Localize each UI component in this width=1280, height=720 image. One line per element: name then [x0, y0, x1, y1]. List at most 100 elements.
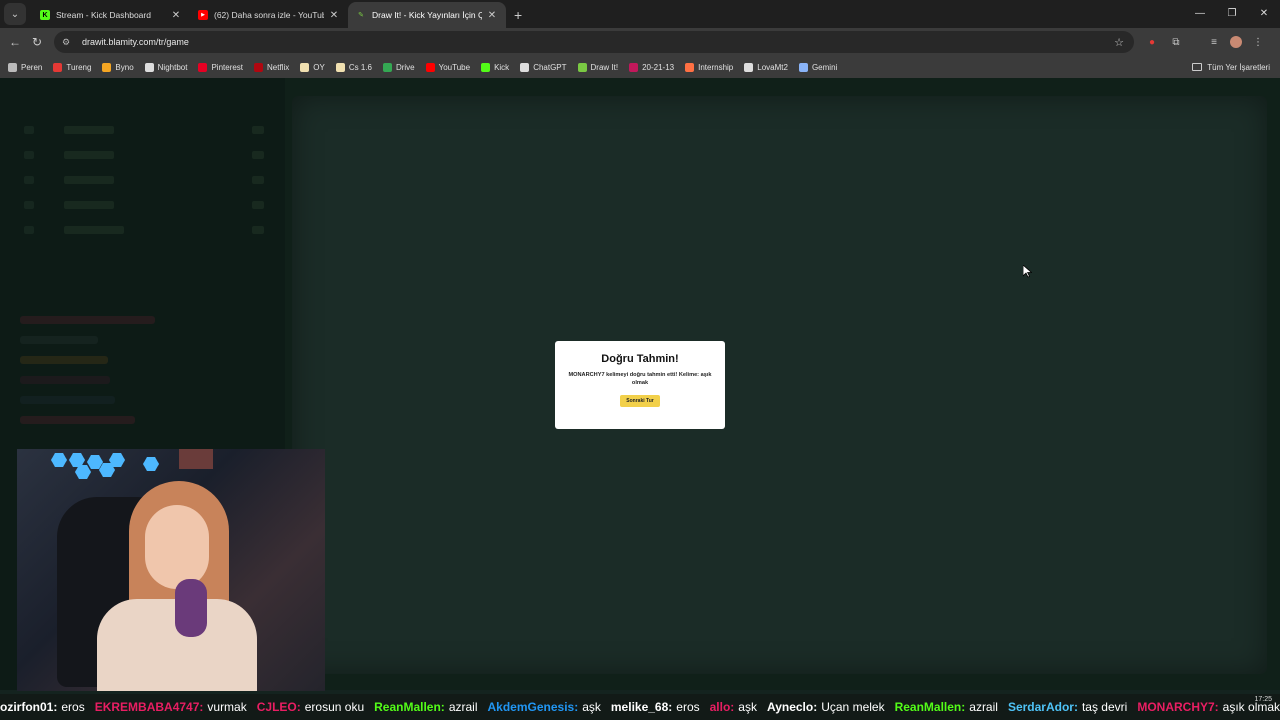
menu-kebab-icon[interactable]: ⋮ — [1250, 34, 1266, 50]
folder-icon — [1192, 63, 1203, 71]
bookmark-peren[interactable]: Peren — [8, 62, 42, 72]
bookmark-label: Netflix — [267, 62, 290, 72]
chat-message: azrail — [969, 700, 998, 714]
chat-username: ReanMallen: — [374, 700, 445, 714]
bookmark-favicon-icon — [254, 62, 264, 72]
bookmark-favicon-icon — [335, 62, 345, 72]
bookmark-favicon-icon — [300, 62, 310, 72]
chat-username: melike_68: — [610, 700, 673, 714]
drawing-canvas[interactable] — [292, 96, 1267, 674]
streamer-face — [145, 505, 209, 589]
bookmark-cs-1-6[interactable]: Cs 1.6 — [335, 62, 372, 72]
chat-username: EKREMBABA4747: — [94, 700, 204, 714]
leaderboard-row — [24, 223, 264, 237]
hex-light-icon — [69, 453, 85, 467]
bookmark-nightbot[interactable]: Nightbot — [144, 62, 188, 72]
profile-avatar[interactable] — [1230, 36, 1242, 48]
draw-it-favicon-icon: ✎ — [358, 12, 364, 19]
bookmark-20-21-13[interactable]: 20-21-13 — [629, 62, 675, 72]
system-clock: 17:25 — [1254, 694, 1272, 704]
close-tab-icon[interactable]: ✕ — [170, 10, 182, 21]
bookmark-label: OY — [313, 62, 325, 72]
bookmark-draw-it-[interactable]: Draw It! — [577, 62, 619, 72]
tab-kick-dashboard[interactable]: K Stream - Kick Dashboard ✕ — [32, 2, 190, 28]
mouse-cursor-icon — [1022, 264, 1033, 283]
chat-message: aşk — [738, 700, 757, 714]
bookmark-favicon-icon — [144, 62, 154, 72]
chat-message: vurmak — [207, 700, 247, 714]
bookmark-youtube[interactable]: YouTube — [425, 62, 471, 72]
new-tab-button[interactable]: + — [514, 7, 522, 23]
all-bookmarks-label: Tüm Yer İşaretleri — [1207, 62, 1270, 72]
browser-toolbar: ← ↻ ⚙ drawit.blamity.com/tr/game ☆ ● ⧉ ≡… — [0, 28, 1280, 56]
chat-message: eros — [676, 700, 700, 714]
all-bookmarks-folder[interactable]: Tüm Yer İşaretleri — [1192, 56, 1270, 78]
bookmark-label: 20-21-13 — [642, 62, 675, 72]
chat-username: SerdarAdor: — [1007, 700, 1078, 714]
chat-username: ReanMallen: — [894, 700, 966, 714]
back-icon[interactable]: ← — [4, 35, 26, 49]
hex-light-icon — [75, 465, 91, 479]
bookmark-byno[interactable]: Byno — [102, 62, 134, 72]
modal-title: Doğru Tahmin! — [601, 353, 679, 365]
blurred-chat-line — [20, 336, 98, 344]
chat-message: erosun oku — [304, 700, 365, 714]
webcam-overlay — [17, 449, 325, 691]
bookmark-oy[interactable]: OY — [300, 62, 325, 72]
correct-guess-modal: Doğru Tahmin! MONARCHY7 kelimeyi doğru t… — [555, 341, 725, 429]
blurred-chat-line — [20, 316, 155, 324]
wall-poster — [179, 449, 213, 469]
chat-username: ozirfon01: — [0, 700, 58, 714]
address-bar[interactable]: ⚙ drawit.blamity.com/tr/game ☆ — [54, 31, 1134, 53]
close-tab-icon[interactable]: ✕ — [486, 10, 498, 21]
chat-username: Ayneclo: — [766, 700, 818, 714]
bookmark-label: Draw It! — [590, 62, 619, 72]
bookmark-favicon-icon — [685, 62, 695, 72]
extensions-area: ● ⧉ ≡ ⋮ — [1144, 34, 1266, 50]
bookmark-label: Tureng — [66, 62, 92, 72]
bookmark-chatgpt[interactable]: ChatGPT — [520, 62, 567, 72]
blurred-chat-line — [20, 356, 108, 364]
bookmark-favicon-icon — [629, 62, 639, 72]
bookmark-favicon-icon — [798, 62, 808, 72]
bookmark-pinterest[interactable]: Pinterest — [198, 62, 243, 72]
tab-title: (62) Daha sonra izle - YouTube — [214, 10, 324, 20]
bookmark-favicon-icon — [198, 62, 208, 72]
tab-search-button[interactable]: ⌄ — [4, 3, 26, 25]
chat-username: allo: — [709, 700, 735, 714]
bookmark-favicon-icon — [744, 62, 754, 72]
close-window-icon[interactable]: ✕ — [1248, 0, 1280, 28]
kick-favicon-icon: K — [40, 10, 50, 20]
chat-ticker: ozirfon01: eros EKREMBABA4747: vurmak CJLEO:… — [0, 694, 1280, 720]
tab-title: Draw It! - Kick Yayınları İçin Çiz — [372, 10, 482, 20]
extension-red-icon[interactable]: ● — [1144, 34, 1160, 50]
bookmark-star-icon[interactable]: ☆ — [1114, 36, 1124, 49]
blurred-chat-line — [20, 376, 110, 384]
tab-youtube[interactable]: ▶ (62) Daha sonra izle - YouTube ✕ — [190, 2, 348, 28]
tab-draw-it[interactable]: ✎ Draw It! - Kick Yayınları İçin Çiz ✕ — [348, 2, 506, 28]
bookmark-lovamt2[interactable]: LovaMt2 — [744, 62, 788, 72]
bookmarks-bar: Peren Tureng Byno Nightbot Pinterest Netflix O… — [0, 56, 1280, 78]
leaderboard-row — [24, 148, 264, 162]
minimize-icon[interactable]: — — [1184, 0, 1216, 28]
bookmark-drive[interactable]: Drive — [382, 62, 415, 72]
bookmark-gemini[interactable]: Gemini — [798, 62, 838, 72]
bookmark-netflix[interactable]: Netflix — [254, 62, 290, 72]
bookmark-kick[interactable]: Kick — [481, 62, 509, 72]
extensions-puzzle-icon[interactable]: ⧉ — [1168, 34, 1184, 50]
bookmark-internship[interactable]: Internship — [685, 62, 733, 72]
bookmark-label: Gemini — [811, 62, 838, 72]
bookmark-tureng[interactable]: Tureng — [53, 62, 92, 72]
blurred-chat-line — [20, 396, 115, 404]
bookmark-label: Nightbot — [157, 62, 188, 72]
site-info-icon[interactable]: ⚙ — [62, 37, 74, 48]
media-control-icon[interactable]: ≡ — [1206, 34, 1222, 50]
reload-icon[interactable]: ↻ — [26, 35, 48, 49]
next-round-button[interactable]: Sonraki Tur — [620, 395, 660, 407]
window-controls: — ❐ ✕ — [1184, 0, 1280, 28]
bookmark-label: YouTube — [438, 62, 471, 72]
hex-light-icon — [51, 453, 67, 467]
close-tab-icon[interactable]: ✕ — [328, 10, 340, 21]
restore-icon[interactable]: ❐ — [1216, 0, 1248, 28]
chat-message: eros — [61, 700, 85, 714]
